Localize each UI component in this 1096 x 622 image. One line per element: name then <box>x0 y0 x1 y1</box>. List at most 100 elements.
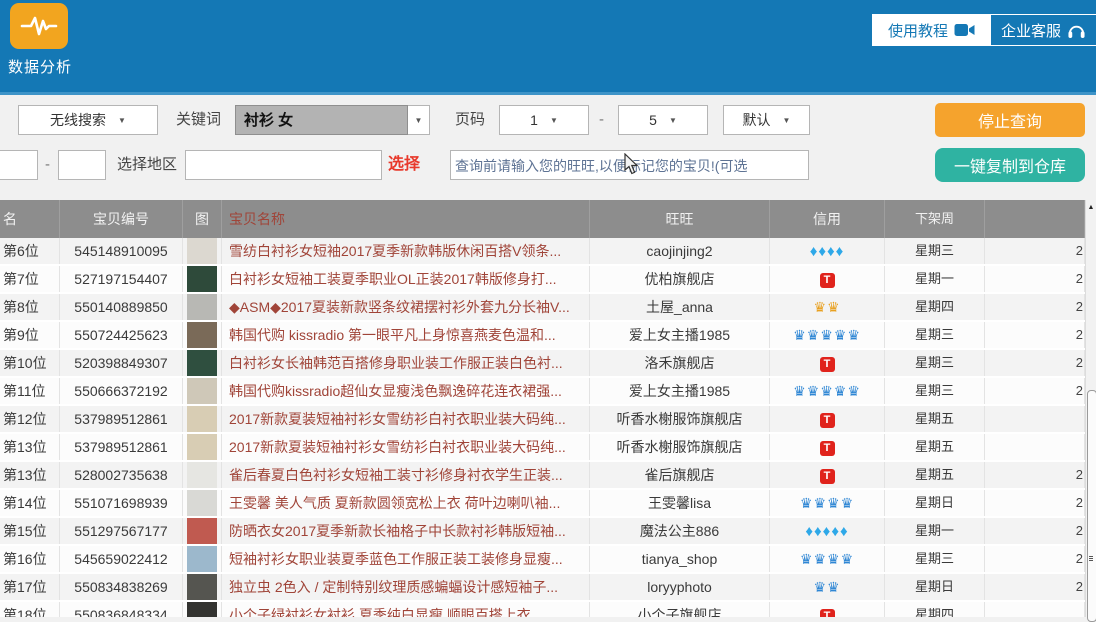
crown-icon: ♛ <box>847 383 861 399</box>
product-thumbnail <box>187 238 217 264</box>
table-row[interactable]: 第13位 528002735638 雀后春夏白色衬衫女短袖工装寸衫修身衬衣学生正… <box>0 462 1085 490</box>
range-min-input[interactable] <box>0 150 38 180</box>
table-row[interactable]: 第16位 545659022412 短袖衬衫女职业装夏季蓝色工作服正装工装修身显… <box>0 546 1085 574</box>
table-row[interactable]: 第12位 537989512861 2017新款夏装短袖衬衫女雪纺衫白衬衣职业装… <box>0 406 1085 434</box>
keyword-value[interactable]: 衬衫 女 <box>235 105 408 135</box>
rank-cell: 第7位 <box>0 266 60 292</box>
rank-cell: 第15位 <box>0 518 60 544</box>
day-cell: 星期三 <box>885 238 985 264</box>
crown-icon: ♛ <box>813 495 827 511</box>
table-row[interactable]: 第11位 550666372192 韩国代购kissradio超仙女显瘦浅色飘逸… <box>0 378 1085 406</box>
crown-icon: ♛ <box>827 495 841 511</box>
range-max-input[interactable] <box>58 150 106 180</box>
credit-cell: ♦♦♦♦ <box>770 238 885 264</box>
copy-to-warehouse-button[interactable]: 一键复制到仓库 <box>935 148 1085 182</box>
scroll-up-icon[interactable]: ▲ <box>1086 200 1096 214</box>
product-name-cell: 短袖衬衫女职业装夏季蓝色工作服正装工装修身显瘦... <box>222 546 590 572</box>
support-button[interactable]: 企业客服 <box>990 15 1096 45</box>
product-name-cell: 2017新款夏装短袖衬衫女雪纺衫白衬衣职业装大码纯... <box>222 434 590 460</box>
crown-icon: ♛ <box>800 551 814 567</box>
item-id-cell: 550666372192 <box>60 378 183 404</box>
product-name-cell: 雀后春夏白色衬衫女短袖工装寸衫修身衬衣学生正装... <box>222 462 590 488</box>
crown-icon: ♛ <box>834 327 848 343</box>
seller-cell: 听香水榭服饰旗舰店 <box>590 434 770 460</box>
scrollbar-grip-icon <box>1089 556 1093 562</box>
table-header: 名 宝贝编号 图 宝贝名称 旺旺 信用 下架周 <box>0 200 1085 238</box>
chevron-down-icon: ▼ <box>118 116 126 125</box>
range-separator: - <box>45 150 50 180</box>
page-from-select[interactable]: 1 ▼ <box>499 105 589 135</box>
sort-select[interactable]: 默认 ▼ <box>723 105 810 135</box>
extra-cell: 2 <box>985 238 1085 264</box>
product-thumbnail <box>187 378 217 404</box>
crown-icon: ♛ <box>813 551 827 567</box>
table-row[interactable]: 第18位 550836848334 小个子绿衬衫女衬衫 夏季纯白显瘦 顺眼百搭上… <box>0 602 1085 617</box>
table-row[interactable]: 第7位 527197154407 白衬衫女短袖工装夏季职业OL正装2017韩版修… <box>0 266 1085 294</box>
scrollbar-thumb[interactable] <box>1087 390 1096 622</box>
headset-icon <box>1067 21 1086 39</box>
vertical-scrollbar[interactable]: ▲ <box>1085 200 1096 617</box>
product-thumbnail <box>187 574 217 600</box>
rank-cell: 第11位 <box>0 378 60 404</box>
rank-cell: 第9位 <box>0 322 60 348</box>
product-name-cell: 独立虫 2色入 / 定制特别纹理质感蝙蝠设计感短袖子... <box>222 574 590 600</box>
product-name-cell: 韩国代购kissradio超仙女显瘦浅色飘逸碎花连衣裙强... <box>222 378 590 404</box>
product-name-cell: 白衬衫女短袖工装夏季职业OL正装2017韩版修身打... <box>222 266 590 292</box>
table-row[interactable]: 第8位 550140889850 ◆ASM◆2017夏装新款竖条纹裙摆衬衫外套九… <box>0 294 1085 322</box>
extra-cell: 2 <box>985 322 1085 348</box>
day-cell: 星期三 <box>885 350 985 376</box>
crown-icon: ♛ <box>847 327 861 343</box>
item-id-cell: 545148910095 <box>60 238 183 264</box>
crown-icon: ♛ <box>807 327 821 343</box>
page-to-value: 5 <box>649 112 657 128</box>
item-id-cell: 551297567177 <box>60 518 183 544</box>
diamond-icon: ♦ <box>831 523 840 540</box>
rank-cell: 第14位 <box>0 490 60 516</box>
day-cell: 星期一 <box>885 266 985 292</box>
item-id-cell: 550834838269 <box>60 574 183 600</box>
tutorial-label: 使用教程 <box>888 20 948 41</box>
product-thumbnail <box>187 406 217 432</box>
page-range-separator: - <box>599 105 604 135</box>
table-row[interactable]: 第13位 537989512861 2017新款夏装短袖衬衫女雪纺衫白衬衣职业装… <box>0 434 1085 462</box>
seller-cell: caojinjing2 <box>590 238 770 264</box>
region-select-button[interactable]: 选择 <box>388 149 420 181</box>
credit-cell: T <box>770 266 885 292</box>
tutorial-button[interactable]: 使用教程 <box>873 15 990 45</box>
stop-query-button[interactable]: 停止查询 <box>935 103 1085 137</box>
keyword-combobox[interactable]: 衬衫 女 ▼ <box>235 105 430 135</box>
table-row[interactable]: 第9位 550724425623 韩国代购 kissradio 第一眼平凡上身惊… <box>0 322 1085 350</box>
credit-cell: ♦♦♦♦♦ <box>770 518 885 544</box>
table-row[interactable]: 第14位 551071698939 王雯馨 美人气质 夏新款圆领宽松上衣 荷叶边… <box>0 490 1085 518</box>
item-id-cell: 550724425623 <box>60 322 183 348</box>
page-from-value: 1 <box>530 112 538 128</box>
table-row[interactable]: 第15位 551297567177 防晒衣女2017夏季新款长袖格子中长款衬衫韩… <box>0 518 1085 546</box>
table-row[interactable]: 第6位 545148910095 雪纺白衬衫女短袖2017夏季新款韩版休闲百搭V… <box>0 238 1085 266</box>
table-row[interactable]: 第17位 550834838269 独立虫 2色入 / 定制特别纹理质感蝙蝠设计… <box>0 574 1085 602</box>
product-thumbnail <box>187 518 217 544</box>
keyword-label: 关键词 <box>176 105 221 135</box>
crown-icon: ♛ <box>841 551 855 567</box>
seller-cell: 优柏旗舰店 <box>590 266 770 292</box>
wangwang-input[interactable]: 查询前请输入您的旺旺,以便标记您的宝贝!(可选 <box>450 150 809 180</box>
table-row[interactable]: 第10位 520398849307 白衬衫女长袖韩范百搭修身职业装工作服正装白色… <box>0 350 1085 378</box>
rank-cell: 第8位 <box>0 294 60 320</box>
credit-cell: T <box>770 406 885 432</box>
product-thumbnail <box>187 294 217 320</box>
rank-cell: 第12位 <box>0 406 60 432</box>
day-cell: 星期日 <box>885 574 985 600</box>
search-type-select[interactable]: 无线搜索 ▼ <box>18 105 158 135</box>
extra-cell: 2 <box>985 546 1085 572</box>
chevron-down-icon[interactable]: ▼ <box>408 105 430 135</box>
extra-cell: 2 <box>985 350 1085 376</box>
crown-icon: ♛ <box>813 299 827 315</box>
thumbnail-cell <box>183 294 222 320</box>
product-thumbnail <box>187 322 217 348</box>
header-extra <box>985 200 1085 238</box>
product-name-cell: 王雯馨 美人气质 夏新款圆领宽松上衣 荷叶边喇叭袖... <box>222 490 590 516</box>
page-to-select[interactable]: 5 ▼ <box>618 105 708 135</box>
header-rank: 名 <box>0 200 60 238</box>
region-input[interactable] <box>185 150 382 180</box>
tmall-badge-icon: T <box>820 273 835 288</box>
day-cell: 星期三 <box>885 322 985 348</box>
